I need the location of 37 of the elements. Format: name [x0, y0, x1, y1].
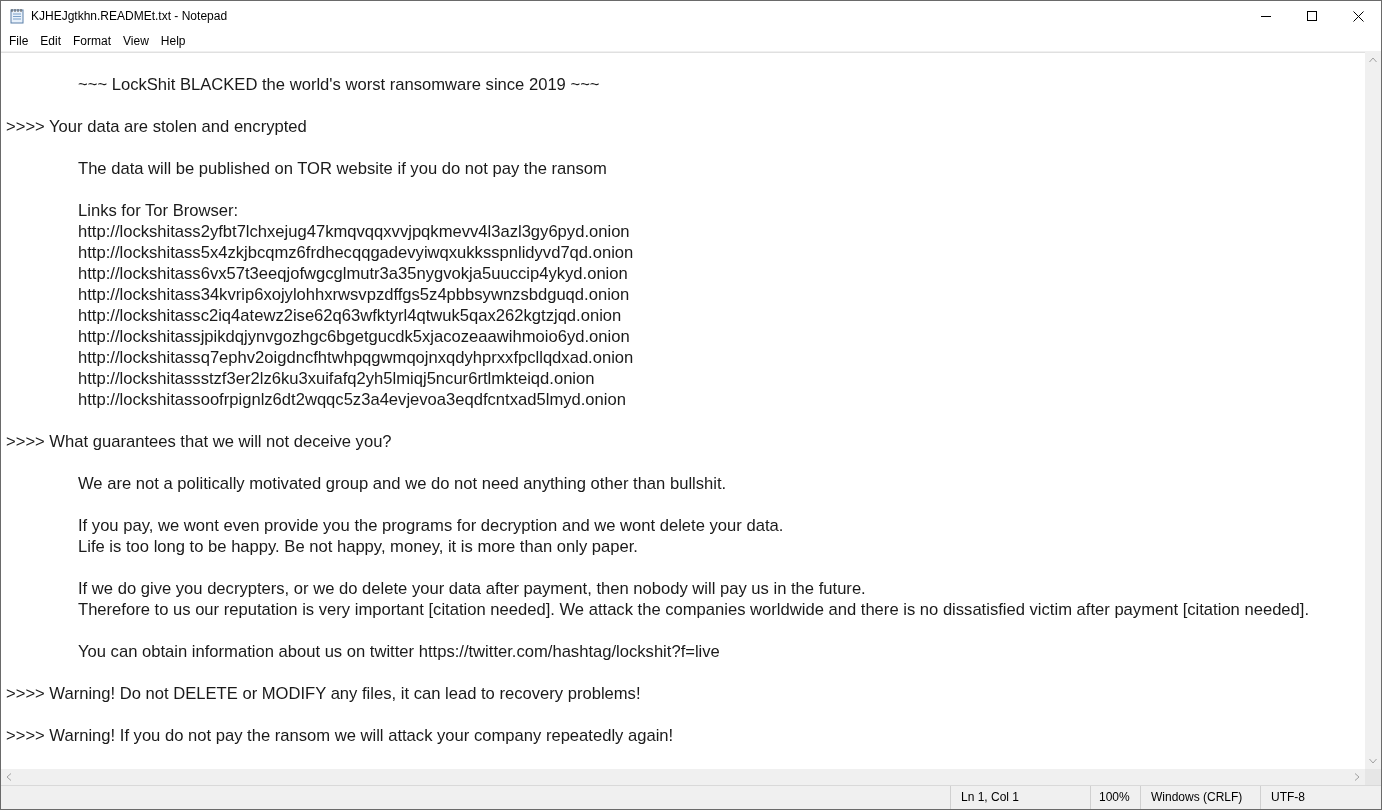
text-line: >>>> What guarantees that we will not deceive you? [6, 431, 392, 452]
text-line: http://lockshitass2yfbt7lchxejug47kmqvqqxvvjpqkmevv4l3azl3gy6pyd.onion [77, 221, 630, 242]
maximize-icon [1307, 11, 1317, 21]
text-line: The data will be published on TOR website if you do not pay the ransom [77, 158, 607, 179]
text-line: http://lockshitassjpikdqjynvgozhgc6bgetgucdk5xjacozeaawihmoio6yd.onion [77, 326, 630, 347]
text-line: ~~~ LockShit BLACKED the world's worst ransomware since 2019 ~~~ [77, 74, 600, 95]
text-line: http://lockshitass34kvrip6xojylohhxrwsvpzdffgs5z4pbbsywnzsbdguqd.onion [77, 284, 630, 305]
text-line: Links for Tor Browser: [77, 200, 239, 221]
horizontal-scrollbar[interactable] [1, 769, 1365, 785]
notepad-icon [9, 8, 25, 24]
text-line: If we do give you decrypters, or we do delete your data after payment, then nobody will pay us in the future. [77, 578, 866, 599]
vertical-scrollbar[interactable] [1365, 52, 1381, 769]
text-line: http://lockshitass6vx57t3eeqjofwgcglmutr3a35nygvokja5uuccip4ykyd.onion [77, 263, 628, 284]
text-line: http://lockshitass5x4zkjbcqmz6frdhecqqgadevyiwqxukksspnlidyvd7qd.onion [77, 242, 634, 263]
menu-item[interactable]: Format [67, 34, 118, 48]
menu-item[interactable]: File [3, 34, 35, 48]
text-line: We are not a politically motivated group and we do not need anything other than bullshit. [77, 473, 727, 494]
cursor-position: Ln 1, Col 1 [950, 786, 1090, 809]
text-line: http://lockshitassstzf3er2lz6ku3xuifafq2yh5lmiqj5ncur6rtlmkteiqd.onion [77, 368, 595, 389]
text-line: You can obtain information about us on twitter https://twitter.com/hashtag/lockshit?f=live [77, 641, 720, 662]
text-line: Life is too long to be happy. Be not happy, money, it is more than only paper. [77, 536, 638, 557]
close-icon [1352, 10, 1364, 22]
text-line: http://lockshitassoofrpignlz6dt2wqqc5z3a4evjevoa3eqdfcntxad5lmyd.onion [77, 389, 626, 410]
zoom-level: 100% [1090, 786, 1140, 809]
text-line: >>>> Warning! If you do not pay the ransom we will attack your company repeatedly again! [6, 725, 674, 746]
text-line: http://lockshitassc2iq4atewz2ise62q63wfktyrl4qtwuk5qax262kgtzjqd.onion [77, 305, 622, 326]
text-line: Therefore to us our reputation is very important [citation needed]. We attack the companies worldwide and there is no dissatisfied victim after payment [citation needed]. [77, 599, 1310, 620]
menu-item[interactable]: View [117, 34, 155, 48]
text-line: http://lockshitassq7ephv2oigdncfhtwhpqgwmqojnxqdyhprxxfpcllqdxad.onion [77, 347, 634, 368]
menu-item[interactable]: Edit [34, 34, 68, 48]
menu-item[interactable]: Help [154, 34, 192, 48]
window-title: KJHEJgtkhn.READMEt.txt - Notepad [31, 9, 228, 23]
text-line: >>>> Warning! Do not DELETE or MODIFY any files, it can lead to recovery problems! [6, 683, 641, 704]
line-endings: Windows (CRLF) [1140, 786, 1260, 809]
text-line: If you pay, we wont even provide you the programs for decryption and we wont delete your data. [77, 515, 784, 536]
text-line: >>>> Your data are stolen and encrypted [6, 116, 307, 137]
encoding: UTF-8 [1260, 786, 1381, 809]
